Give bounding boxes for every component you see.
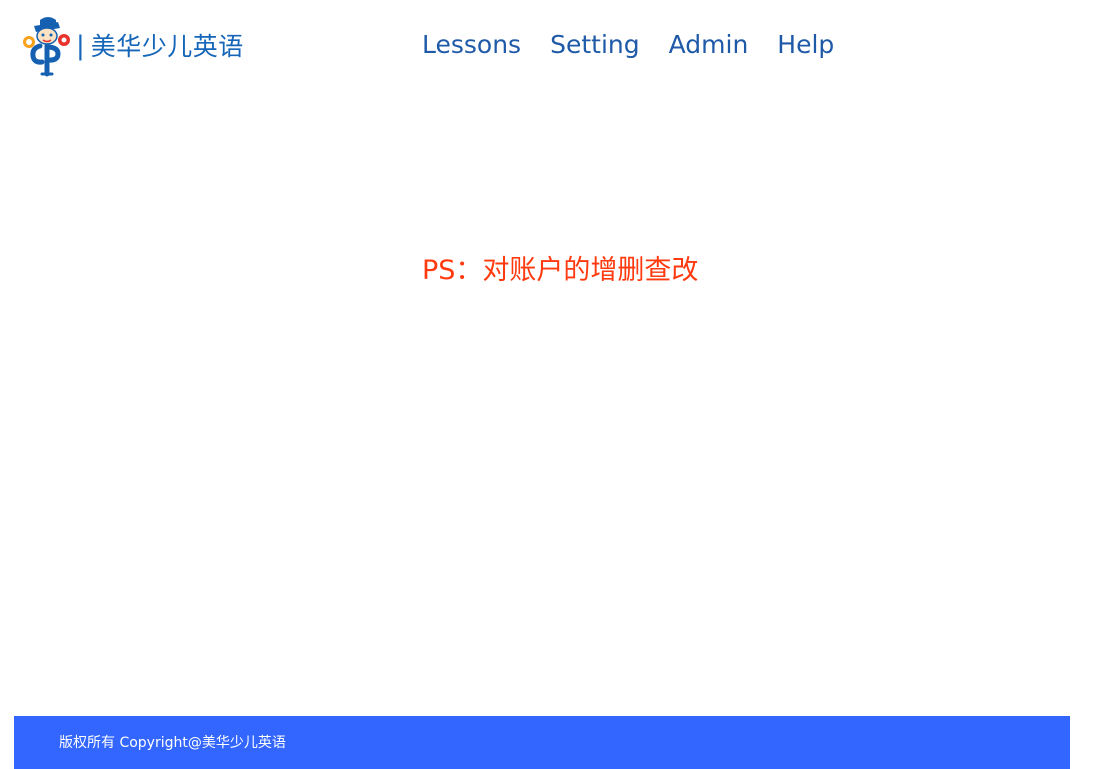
nav-link-setting[interactable]: Setting xyxy=(550,28,640,62)
site-header: | 美华少儿英语 Lessons Setting Admin Help xyxy=(0,0,1100,90)
main-nav: Lessons Setting Admin Help xyxy=(422,28,834,62)
nav-link-admin[interactable]: Admin xyxy=(669,28,749,62)
boy-character-logo-icon xyxy=(23,17,70,77)
nav-link-help[interactable]: Help xyxy=(777,28,834,62)
site-footer: 版权所有 Copyright@美华少儿英语 xyxy=(14,716,1070,769)
copyright-text: 版权所有 Copyright@美华少儿英语 xyxy=(59,735,286,751)
page: | 美华少儿英语 Lessons Setting Admin Help PS：对… xyxy=(0,0,1100,769)
account-crud-notice: PS：对账户的增删查改 xyxy=(422,255,699,286)
brand-name: 美华少儿英语 xyxy=(90,31,244,61)
brand-home-link[interactable]: | 美华少儿英语 xyxy=(20,14,244,78)
brand-separator: | xyxy=(76,31,85,61)
nav-link-lessons[interactable]: Lessons xyxy=(422,28,521,62)
